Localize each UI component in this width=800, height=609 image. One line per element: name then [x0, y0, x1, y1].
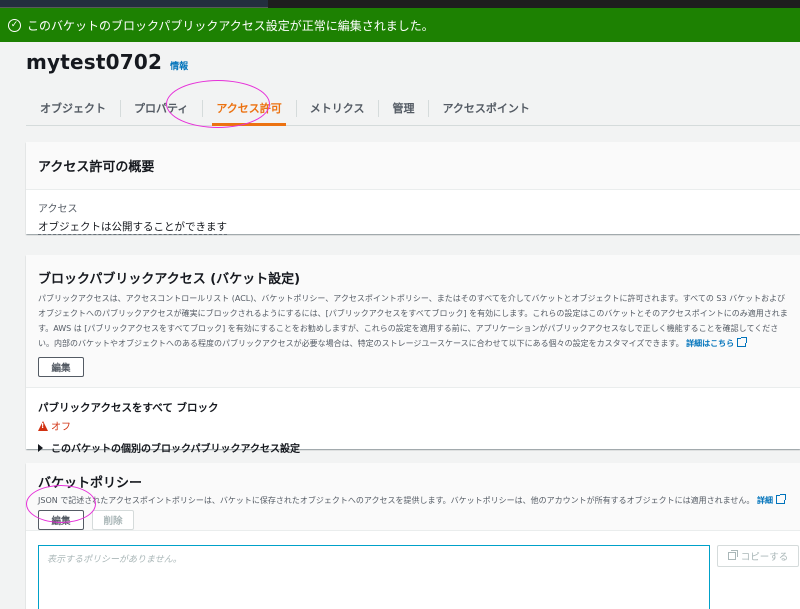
copy-icon — [727, 550, 738, 560]
status-off-text: オフ — [51, 422, 71, 433]
tab-bar: オブジェクト プロパティ アクセス許可 メトリクス 管理 アクセスポイント — [26, 91, 800, 126]
tab-metrics[interactable]: メトリクス — [295, 91, 379, 125]
bucket-policy-title: バケットポリシー — [38, 476, 143, 491]
permissions-overview-panel: アクセス許可の概要 アクセス オブジェクトは公開することができます — [26, 142, 800, 235]
policy-description-text: JSON で記述されたアクセスポイントポリシーは、バケットに保存されたオブジェク… — [38, 496, 755, 505]
browser-top-strip — [0, 0, 800, 8]
flash-message: このバケットのブロックパブリックアクセス設定が正常に編集されました。 — [27, 18, 434, 33]
block-all-public-access-label: パブリックアクセスをすべて ブロック — [38, 402, 219, 414]
page-title: mytest0702 — [26, 50, 163, 74]
overview-title: アクセス許可の概要 — [38, 160, 155, 175]
block-public-access-title: ブロックパブリックアクセス (バケット設定) — [38, 272, 301, 287]
expander-label: このバケットの個別のブロックパブリックアクセス設定 — [51, 444, 300, 455]
tab-access-points[interactable]: アクセスポイント — [428, 91, 543, 125]
description-text: パブリックアクセスは、アクセスコントロールリスト (ACL)、バケットポリシー、… — [38, 294, 788, 348]
learn-more-label: 詳細はこちら — [686, 339, 735, 348]
caret-right-icon — [38, 443, 43, 452]
copy-button[interactable]: コピーする — [717, 545, 799, 567]
individual-settings-expander[interactable]: このバケットの個別のブロックパブリックアクセス設定 — [38, 440, 788, 455]
tab-management[interactable]: 管理 — [378, 91, 428, 125]
page-header: mytest0702 情報 — [26, 50, 188, 74]
block-public-access-panel: ブロックパブリックアクセス (バケット設定) パブリックアクセスは、アクセスコン… — [26, 255, 800, 455]
panel-header: アクセス許可の概要 — [26, 142, 800, 190]
access-value[interactable]: オブジェクトは公開することができます — [38, 219, 227, 235]
delete-policy-button[interactable]: 削除 — [92, 510, 134, 530]
policy-learn-more-link[interactable]: 詳細 — [756, 494, 786, 505]
info-link[interactable]: 情報 — [170, 59, 188, 72]
bucket-policy-panel: バケットポリシー JSON で記述されたアクセスポイントポリシーは、バケットに保… — [26, 463, 800, 609]
external-link-icon — [775, 494, 786, 504]
learn-more-link[interactable]: 詳細はこちら — [686, 337, 748, 348]
tab-permissions[interactable]: アクセス許可 — [202, 91, 295, 126]
external-link-icon — [737, 337, 748, 347]
browser-tab[interactable] — [0, 0, 268, 8]
copy-button-label: コピーする — [740, 552, 789, 563]
tab-objects[interactable]: オブジェクト — [26, 91, 120, 125]
success-flash-banner: ✓ このバケットのブロックパブリックアクセス設定が正常に編集されました。 — [0, 8, 800, 42]
edit-block-public-access-button[interactable]: 編集 — [38, 357, 84, 377]
policy-editor-placeholder: 表示するポリシーがありません。 — [47, 555, 182, 565]
access-label: アクセス — [38, 204, 78, 215]
edit-policy-button[interactable]: 編集 — [38, 510, 84, 530]
status-badge: オフ — [38, 418, 788, 433]
policy-editor[interactable]: 表示するポリシーがありません。 — [38, 545, 710, 609]
block-public-access-description: パブリックアクセスは、アクセスコントロールリスト (ACL)、バケットポリシー、… — [38, 291, 788, 351]
bucket-policy-description: JSON で記述されたアクセスポイントポリシーは、バケットに保存されたオブジェク… — [38, 494, 788, 508]
success-check-icon: ✓ — [8, 18, 21, 32]
policy-learn-more-label: 詳細 — [756, 496, 773, 505]
tab-properties[interactable]: プロパティ — [120, 91, 202, 125]
warning-icon — [38, 420, 48, 431]
